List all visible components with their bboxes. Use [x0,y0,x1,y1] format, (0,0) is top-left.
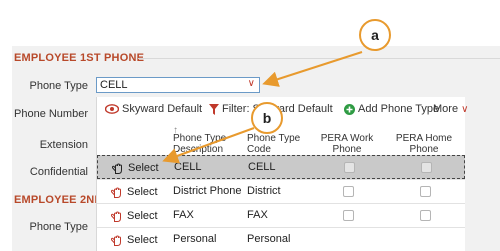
callout-a-arrow [262,51,363,87]
annotation-arrows [162,51,363,164]
callout-a-badge: a [359,19,391,51]
callout-b-badge: b [251,102,283,134]
callout-b-arrow [162,127,255,164]
